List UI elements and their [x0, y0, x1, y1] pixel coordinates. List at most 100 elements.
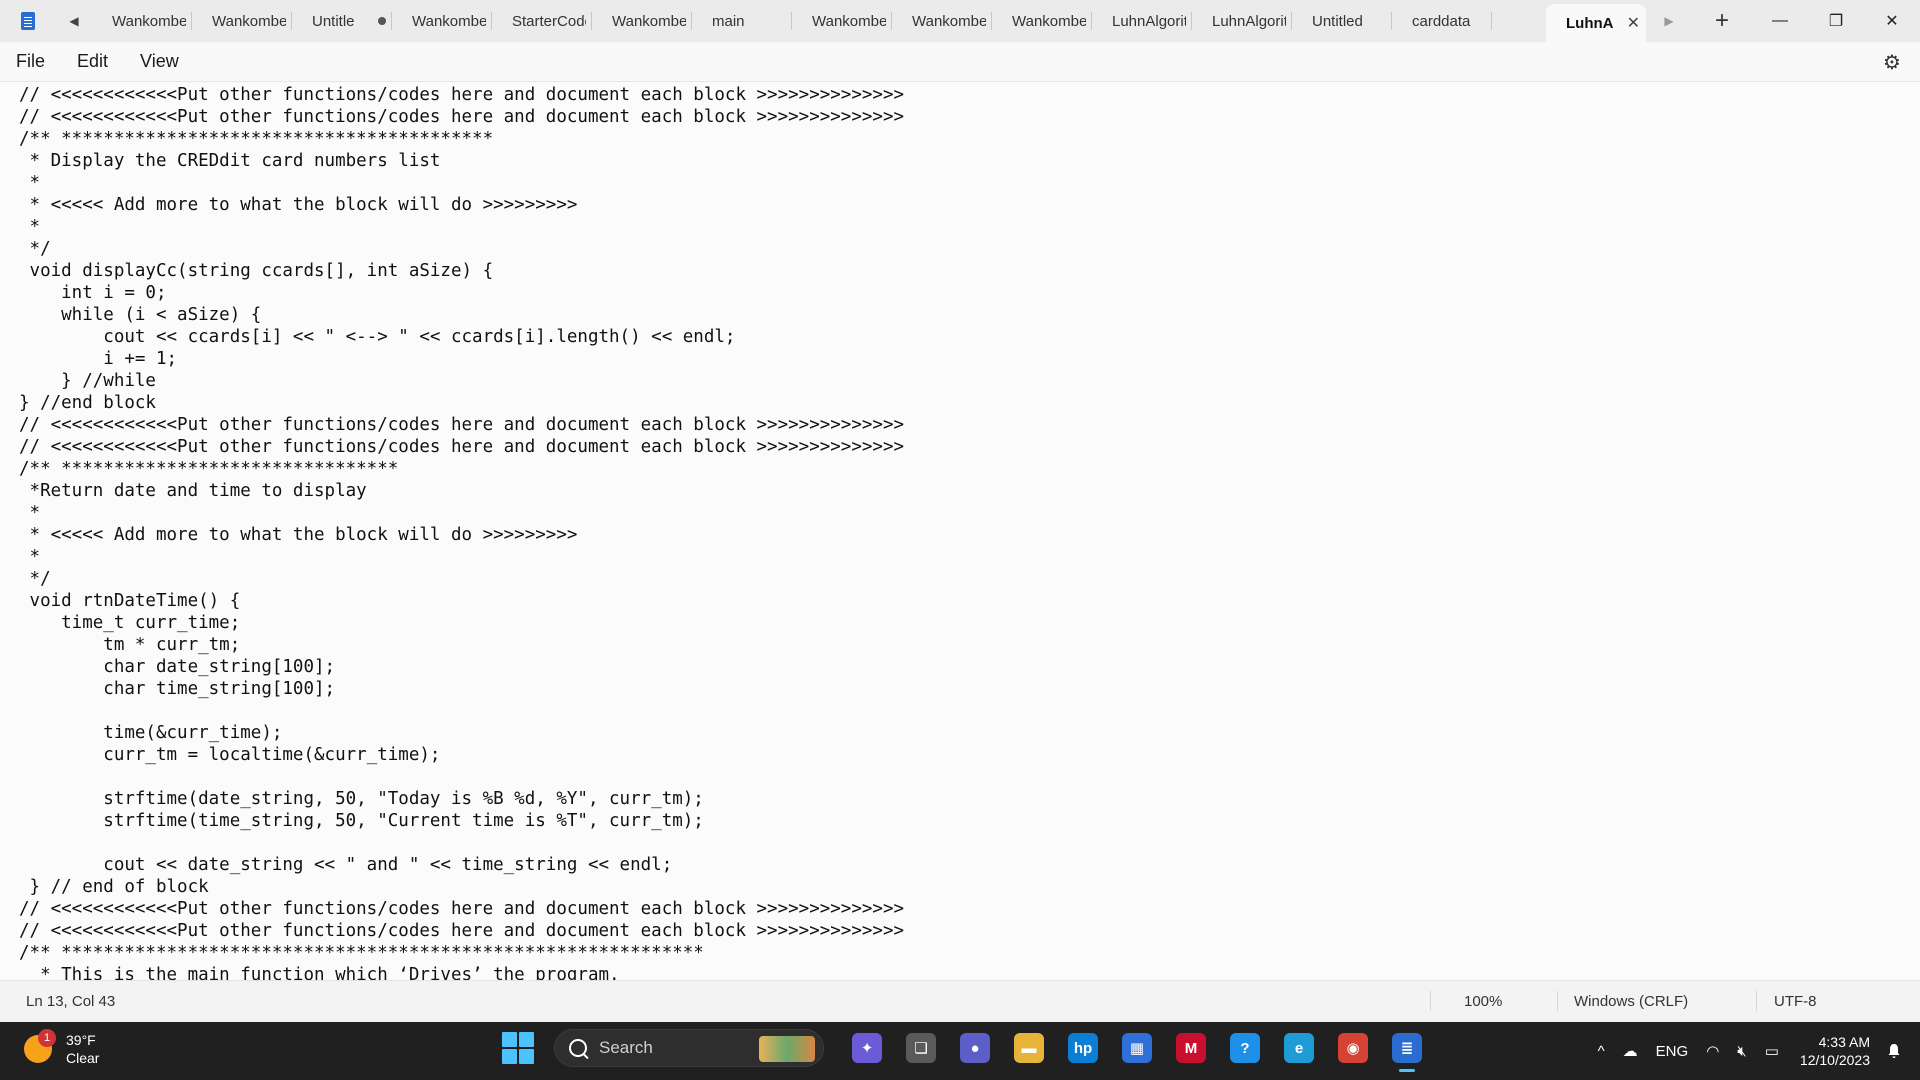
tab[interactable]: WankombeF: [92, 0, 192, 42]
status-divider: [1557, 991, 1558, 1011]
chrome-icon[interactable]: ◉: [1333, 1028, 1373, 1068]
notification-bell-icon[interactable]: [1886, 1043, 1902, 1059]
tab-separator: [1491, 12, 1492, 30]
code-line: *Return date and time to display: [19, 481, 367, 501]
code-line: time_t curr_time;: [19, 613, 241, 633]
clock[interactable]: 4:33 AM 12/10/2023: [1800, 1033, 1870, 1069]
minimize-button[interactable]: —: [1752, 0, 1808, 42]
copilot-icon[interactable]: ✦: [847, 1028, 887, 1068]
close-icon[interactable]: ✕: [1627, 13, 1640, 33]
tab-scroll-left-button[interactable]: ◀: [56, 0, 92, 42]
mcafee-icon[interactable]: M: [1171, 1028, 1211, 1068]
code-line: curr_tm = localtime(&curr_time);: [19, 745, 441, 765]
tab-scroll-right-button[interactable]: ▶: [1646, 0, 1692, 42]
app-glyph: M: [1176, 1033, 1206, 1063]
weather-temperature: 39°F: [66, 1032, 96, 1048]
edge-icon[interactable]: e: [1279, 1028, 1319, 1068]
app-glyph: ✦: [852, 1033, 882, 1063]
start-button[interactable]: [502, 1032, 534, 1064]
tab[interactable]: StarterCodes: [492, 0, 592, 42]
line-ending: Windows (CRLF): [1574, 993, 1689, 1010]
tab[interactable]: WankombeF: [992, 0, 1092, 42]
app-glyph: ≣: [1392, 1033, 1422, 1063]
tab[interactable]: WankombeF: [192, 0, 292, 42]
code-line: *: [19, 173, 41, 193]
menu-edit[interactable]: Edit: [61, 51, 124, 72]
tab[interactable]: carddata: [1392, 0, 1492, 42]
menu-file[interactable]: File: [0, 51, 61, 72]
tab[interactable]: LuhnAlgorith: [1192, 0, 1292, 42]
code-line: while (i < aSize) {: [19, 305, 262, 325]
app-glyph: ●: [960, 1033, 990, 1063]
system-tray: ^ ☁ ENG ◠ 🔇︎ ▭ 4:33 AM 12/10/2023: [1589, 1022, 1920, 1080]
tab-label: carddata: [1412, 12, 1471, 30]
weather-icon: 1: [24, 1029, 56, 1063]
code-line: * <<<<< Add more to what the block will …: [19, 195, 578, 215]
volume-muted-icon[interactable]: 🔇︎: [1737, 1043, 1746, 1060]
settings-gear-icon[interactable]: ⚙: [1880, 50, 1904, 74]
code-line: void displayCc(string ccards[], int aSiz…: [19, 261, 494, 281]
code-line: *: [19, 547, 41, 567]
menu-bar: File Edit View ⚙: [0, 42, 1920, 82]
tab[interactable]: WankombeF: [892, 0, 992, 42]
weather-condition: Clear: [66, 1050, 100, 1066]
code-line: *: [19, 503, 41, 523]
title-bar: ◀ WankombeF WankombeF Untitle WankombeF Star…: [0, 0, 1920, 42]
notepad-taskbar-icon[interactable]: ≣: [1387, 1028, 1427, 1072]
code-line: /** ************************************…: [19, 943, 704, 963]
search-placeholder: Search: [599, 1038, 653, 1057]
new-tab-button[interactable]: +: [1692, 0, 1752, 42]
code-line: // <<<<<<<<<<<<Put other functions/codes…: [19, 437, 905, 457]
text-editor[interactable]: // <<<<<<<<<<<<Put other functions/codes…: [0, 82, 1920, 980]
myhp-icon[interactable]: hp: [1063, 1028, 1103, 1068]
tab-label: LuhnA: [1566, 14, 1614, 32]
battery-icon[interactable]: ▭: [1765, 1042, 1779, 1060]
maximize-button[interactable]: ❐: [1808, 0, 1864, 42]
editor-content[interactable]: // <<<<<<<<<<<<Put other functions/codes…: [0, 82, 1920, 980]
weather-widget[interactable]: 1 39°F Clear: [24, 1029, 100, 1067]
app-glyph: ▦: [1122, 1033, 1152, 1063]
code-line: * Display the CREDdit card numbers list: [19, 151, 441, 171]
code-line: time(&curr_time);: [19, 723, 283, 743]
code-line: char date_string[100];: [19, 657, 336, 677]
notepad-icon: [0, 0, 56, 42]
tab-label: WankombeF: [212, 12, 286, 30]
tab[interactable]: main: [692, 0, 792, 42]
search-icon: [569, 1039, 587, 1057]
code-line: */: [19, 569, 51, 589]
encoding: UTF-8: [1774, 993, 1817, 1010]
app-glyph: ?: [1230, 1033, 1260, 1063]
code-line: * This is the main function which ‘Drive…: [19, 965, 620, 980]
code-line: void rtnDateTime() {: [19, 591, 241, 611]
code-line: tm * curr_tm;: [19, 635, 241, 655]
microsoft-store-icon[interactable]: ▦: [1117, 1028, 1157, 1068]
teams-chat-icon[interactable]: ●: [955, 1028, 995, 1068]
tab[interactable]: Untitle: [292, 0, 392, 42]
code-line: strftime(time_string, 50, "Current time …: [19, 811, 704, 831]
tab[interactable]: WankombeF: [592, 0, 692, 42]
code-line: *: [19, 217, 41, 237]
tab[interactable]: WankombeF: [792, 0, 892, 42]
show-hidden-icons-chevron-icon[interactable]: ^: [1598, 1043, 1605, 1060]
code-line: // <<<<<<<<<<<<Put other functions/codes…: [19, 85, 905, 105]
tab[interactable]: Untitled: [1292, 0, 1392, 42]
onedrive-icon[interactable]: ☁: [1623, 1042, 1638, 1060]
code-line: int i = 0;: [19, 283, 167, 303]
code-line: // <<<<<<<<<<<<Put other functions/codes…: [19, 107, 905, 127]
tab-label: LuhnAlgorith: [1112, 12, 1186, 30]
tab[interactable]: WankombeF: [392, 0, 492, 42]
wifi-icon[interactable]: ◠: [1706, 1042, 1719, 1060]
language-indicator[interactable]: ENG: [1656, 1043, 1689, 1060]
file-explorer-icon[interactable]: ▬: [1009, 1028, 1049, 1068]
tab-active[interactable]: LuhnA ✕: [1546, 4, 1646, 42]
code-line: strftime(date_string, 50, "Today is %B %…: [19, 789, 704, 809]
task-view-icon[interactable]: ❏: [901, 1028, 941, 1068]
help-icon[interactable]: ?: [1225, 1028, 1265, 1068]
tab[interactable]: LuhnAlgorith: [1092, 0, 1192, 42]
code-line: i += 1;: [19, 349, 178, 369]
close-window-button[interactable]: ✕: [1864, 0, 1920, 42]
menu-view[interactable]: View: [124, 51, 195, 72]
taskbar-search[interactable]: Search: [554, 1029, 824, 1067]
